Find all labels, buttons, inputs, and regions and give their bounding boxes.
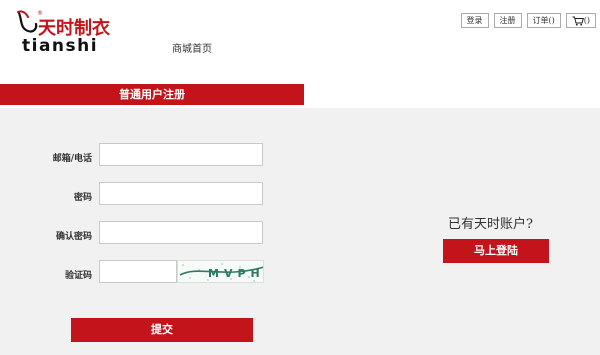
captcha-text: MVPH [208, 267, 264, 280]
orders-link[interactable]: 订单() [526, 13, 561, 28]
login-link[interactable]: 登录 [460, 13, 489, 28]
cart-count: () [583, 16, 590, 25]
confirm-password-input[interactable] [99, 221, 263, 244]
register-link[interactable]: 注册 [493, 13, 522, 28]
cart-link[interactable]: () [565, 13, 596, 28]
login-now-button[interactable]: 马上登陆 [443, 239, 549, 263]
captcha-label: 验证码 [64, 271, 92, 281]
captcha-noise-icon: MVPH [178, 261, 264, 282]
password-label: 密码 [73, 193, 92, 203]
captcha-image[interactable]: MVPH [177, 260, 264, 283]
captcha-input[interactable] [99, 260, 177, 283]
top-links: 登录 注册 订单() () [460, 13, 596, 28]
submit-button[interactable]: 提交 [71, 318, 253, 342]
brand-name-en: tianshi [22, 36, 99, 56]
email-phone-label: 邮箱/电话 [52, 154, 92, 164]
brand-logo[interactable]: ® 天时制衣 tianshi [16, 10, 116, 60]
brand-swoosh-icon [17, 10, 38, 33]
nav-home-link[interactable]: 商城首页 [172, 40, 212, 55]
email-phone-input[interactable] [99, 143, 263, 166]
has-account-text: 已有天时账户? [448, 217, 533, 232]
confirm-password-label: 确认密码 [55, 232, 92, 242]
register-title-bar: 普通用户注册 [0, 84, 304, 105]
cart-icon [572, 16, 584, 26]
password-input[interactable] [99, 182, 263, 205]
